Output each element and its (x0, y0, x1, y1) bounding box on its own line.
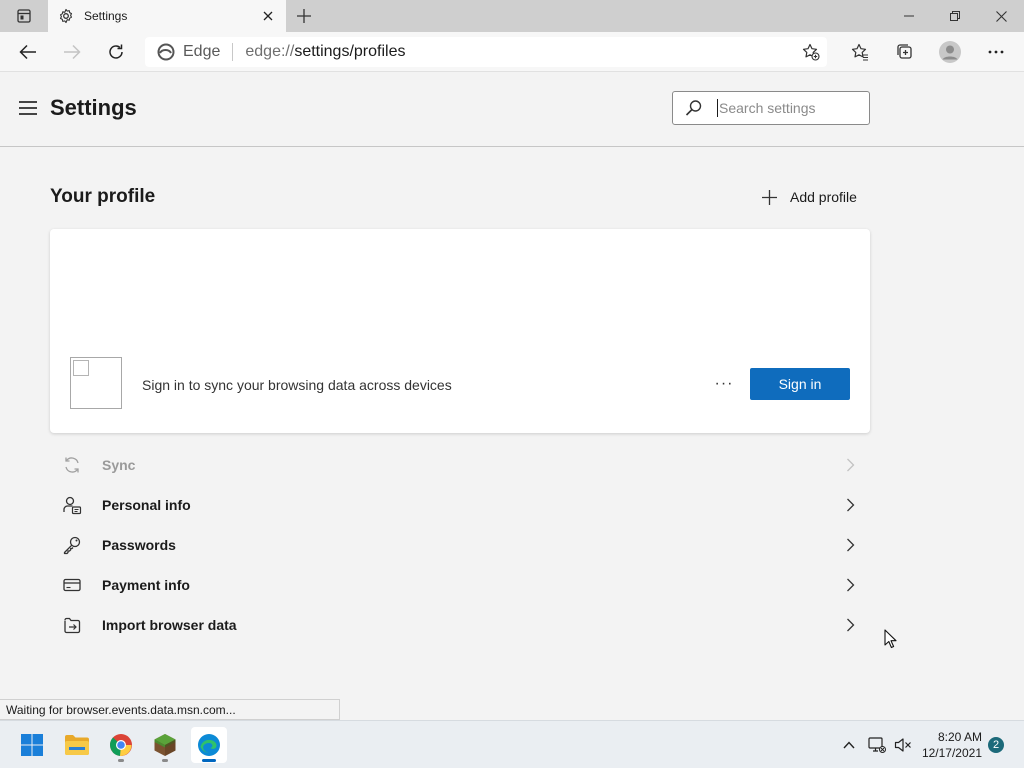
chevron-right-icon (842, 497, 858, 513)
sync-icon (62, 455, 82, 475)
add-favorite-icon[interactable] (801, 42, 821, 62)
menu-item-import-browser-data[interactable]: Import browser data (50, 605, 870, 645)
address-separator (232, 43, 234, 61)
settings-header: Settings (0, 72, 1024, 147)
chevron-right-icon (842, 537, 858, 553)
forward-arrow-icon[interactable] (58, 38, 86, 66)
notification-badge[interactable]: 2 (988, 737, 1004, 753)
edge-icon[interactable] (191, 727, 227, 763)
windows-start-icon[interactable] (14, 727, 50, 763)
sign-in-button[interactable]: Sign in (750, 368, 850, 400)
menu-item-label: Personal info (102, 497, 191, 513)
browser-toolbar: Edge edge://settings/profiles (0, 32, 1024, 72)
chevron-right-icon (842, 617, 858, 633)
hamburger-menu-icon[interactable] (18, 100, 38, 116)
plus-icon (762, 189, 777, 205)
minimize-icon[interactable] (886, 0, 932, 32)
url-prefix: edge:// (245, 43, 295, 60)
menu-item-passwords[interactable]: Passwords (50, 525, 870, 565)
credit-card-icon (62, 575, 82, 595)
system-tray (840, 721, 912, 768)
new-tab-icon[interactable] (292, 6, 316, 26)
url-path: settings/profiles (294, 43, 406, 60)
edge-logo-icon (157, 43, 175, 61)
back-arrow-icon[interactable] (14, 38, 42, 66)
broken-image-icon (73, 360, 89, 376)
taskbar: 8:20 AM 12/17/2021 2 (0, 720, 1024, 768)
network-icon[interactable] (868, 736, 886, 754)
status-bubble: Waiting for browser.events.data.msn.com.… (0, 699, 340, 720)
volume-muted-icon[interactable] (894, 736, 912, 754)
url-text: edge://settings/profiles (245, 43, 405, 61)
personal-info-icon (62, 495, 82, 515)
page-title: Settings (50, 95, 137, 120)
menu-item-label: Sync (102, 457, 136, 473)
key-icon (62, 535, 82, 555)
profile-picture (70, 357, 122, 409)
refresh-icon[interactable] (102, 38, 130, 66)
search-icon (685, 99, 703, 117)
close-tab-icon[interactable] (260, 8, 276, 24)
favorites-icon[interactable] (846, 38, 874, 66)
chevron-right-icon (842, 457, 858, 473)
sync-prompt-text: Sign in to sync your browsing data acros… (142, 377, 452, 393)
address-bar[interactable]: Edge edge://settings/profiles (145, 37, 827, 67)
window-controls (886, 0, 1024, 32)
chevron-right-icon (842, 577, 858, 593)
tab-title: Settings (84, 9, 128, 23)
add-profile-button[interactable]: Add profile (762, 186, 857, 208)
gear-icon (58, 8, 74, 24)
restore-icon[interactable] (932, 0, 978, 32)
site-label: Edge (183, 43, 221, 60)
clock-date: 12/17/2021 (921, 746, 982, 760)
tab-strip: Settings (0, 0, 1024, 32)
search-box[interactable] (672, 91, 870, 125)
running-indicator (118, 759, 124, 762)
chevron-up-icon[interactable] (840, 736, 858, 754)
more-menu-icon[interactable] (982, 38, 1010, 66)
running-indicator (162, 759, 168, 762)
menu-item-payment-info[interactable]: Payment info (50, 565, 870, 605)
active-indicator (202, 759, 216, 762)
menu-item-label: Import browser data (102, 617, 237, 633)
search-input[interactable] (717, 99, 857, 117)
tab-settings[interactable]: Settings (48, 0, 286, 32)
import-icon (62, 615, 82, 635)
add-profile-label: Add profile (790, 189, 857, 205)
close-window-icon[interactable] (978, 0, 1024, 32)
menu-item-personal-info[interactable]: Personal info (50, 485, 870, 525)
menu-item-label: Passwords (102, 537, 176, 553)
chrome-icon[interactable] (103, 727, 139, 763)
profile-menu-list: Sync Personal info Passwords Payment inf… (50, 445, 870, 645)
clock-time: 8:20 AM (937, 730, 982, 744)
system-clock[interactable]: 8:20 AM 12/17/2021 (922, 729, 982, 761)
section-title: Your profile (50, 186, 156, 207)
mouse-cursor-icon (884, 629, 898, 649)
menu-item-label: Payment info (102, 577, 190, 593)
collections-icon[interactable] (891, 38, 919, 66)
file-explorer-icon[interactable] (59, 727, 95, 763)
menu-item-sync[interactable]: Sync (50, 445, 870, 485)
profile-avatar-icon[interactable] (936, 38, 964, 66)
profile-more-button[interactable]: ··· (708, 373, 740, 395)
tab-actions-icon[interactable] (8, 6, 40, 26)
minecraft-icon[interactable] (147, 727, 183, 763)
profile-card: Sign in to sync your browsing data acros… (50, 229, 870, 433)
